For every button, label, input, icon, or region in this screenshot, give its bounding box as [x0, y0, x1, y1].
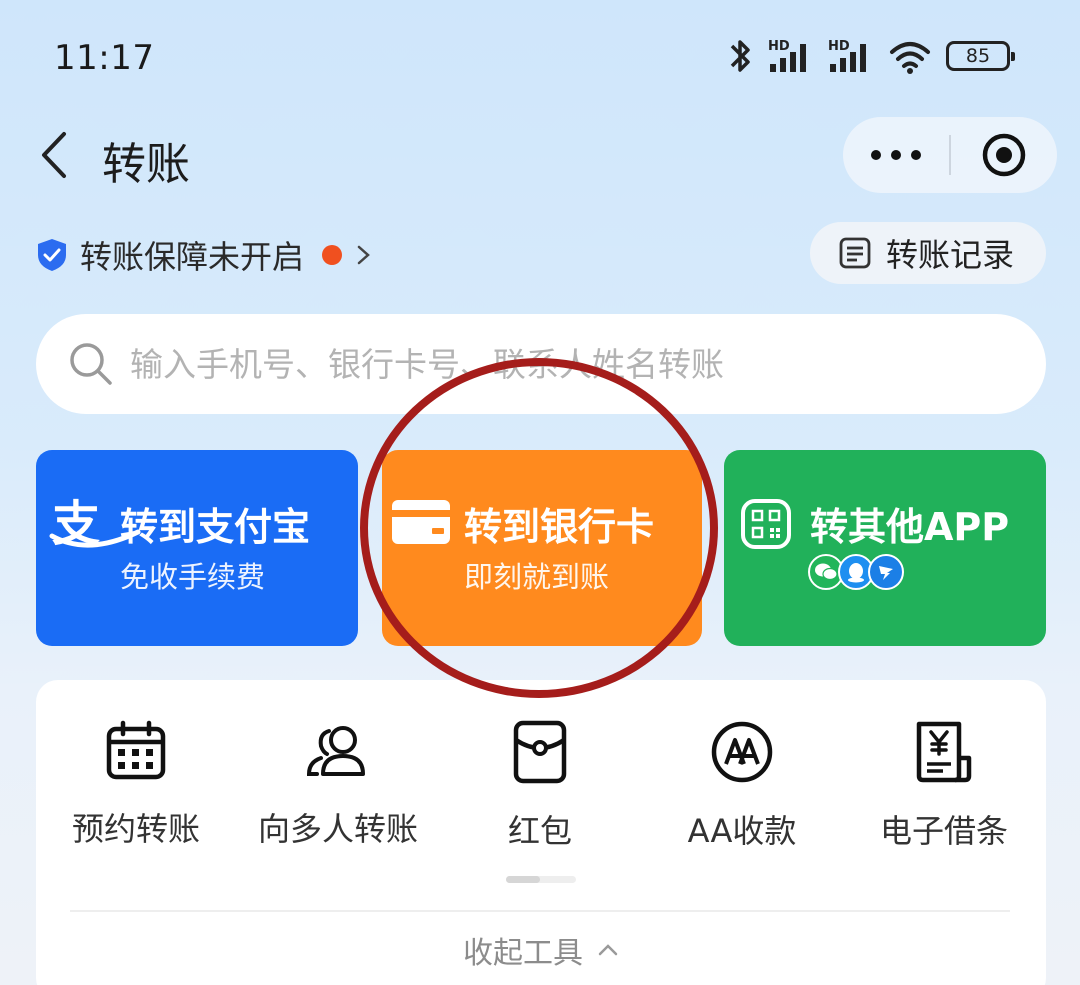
mini-program-capsule: [843, 117, 1057, 193]
wifi-icon: [890, 42, 930, 74]
document-list-icon: [839, 237, 871, 269]
transfer-to-bank-card[interactable]: 转到银行卡 即刻就到账: [382, 450, 702, 646]
calendar-icon: [106, 720, 166, 780]
divider: [70, 910, 1010, 912]
search-icon: [70, 343, 112, 385]
signal-icon: HD: [768, 39, 806, 72]
tool-label: 红包: [507, 812, 572, 850]
page-indicator: [506, 876, 576, 883]
notification-dot: [322, 245, 343, 265]
signal-1-hd: HD: [768, 39, 790, 54]
close-target-button[interactable]: [951, 131, 1057, 179]
status-icons: HD HD 85: [726, 36, 1015, 76]
battery-indicator: 85: [946, 41, 1015, 71]
tool-electronic-iou[interactable]: 电子借条: [844, 720, 1044, 852]
other-app-card-title: 转其他APP: [810, 505, 1010, 549]
dingtalk-icon: [868, 554, 904, 590]
tool-label: 预约转账: [71, 810, 200, 848]
alipay-card-subtitle: 免收手续费: [120, 560, 266, 594]
search-input[interactable]: [130, 344, 990, 384]
guarantee-label: 转账保障未开启: [80, 238, 305, 276]
tool-label: 电子借条: [879, 812, 1008, 850]
target-icon: [982, 133, 1026, 177]
tool-aa-collect[interactable]: AA收款: [642, 720, 842, 852]
other-app-icons: [808, 554, 904, 590]
aa-icon: [711, 721, 773, 783]
tool-multi-transfer[interactable]: 向多人转账: [238, 720, 438, 850]
tool-label: AA收款: [687, 812, 797, 850]
status-time: 11:17: [54, 38, 155, 78]
alipay-card-title: 转到支付宝: [120, 505, 311, 549]
more-options-button[interactable]: [843, 150, 949, 160]
bank-card-icon: [392, 500, 450, 544]
bluetooth-icon: [730, 40, 750, 72]
signal-icon-2: HD: [828, 39, 866, 72]
chevron-up-icon: [598, 944, 618, 956]
signal-2-hd: HD: [828, 39, 850, 54]
tools-panel: 预约转账 向多人转账 红包 AA收款 电子借条 收起工具: [36, 680, 1046, 985]
collapse-tools-button[interactable]: 收起工具: [36, 928, 1046, 972]
records-label: 转账记录: [886, 236, 1015, 274]
bank-card-subtitle: 即刻就到账: [464, 560, 610, 594]
collapse-label: 收起工具: [463, 936, 583, 971]
transfer-records-button[interactable]: 转账记录: [810, 222, 1046, 284]
transfer-guarantee-link[interactable]: 转账保障未开启: [36, 232, 374, 278]
iou-receipt-icon: [916, 721, 972, 783]
group-users-icon: [306, 726, 365, 776]
page-title: 转账: [102, 139, 190, 190]
tool-scheduled-transfer[interactable]: 预约转账: [36, 720, 236, 850]
tool-label: 向多人转账: [257, 810, 418, 848]
back-arrow-icon[interactable]: [36, 130, 72, 180]
transfer-to-other-app-card[interactable]: 转其他APP: [724, 450, 1046, 646]
search-bar[interactable]: [36, 314, 1046, 414]
chevron-right-icon: [357, 245, 370, 265]
shield-icon: [38, 239, 66, 271]
bank-card-title: 转到银行卡: [464, 505, 655, 549]
qr-code-icon: [741, 499, 791, 549]
tool-red-packet[interactable]: 红包: [440, 720, 640, 852]
red-packet-icon: [513, 720, 567, 784]
transfer-to-alipay-card[interactable]: 支 转到支付宝 免收手续费: [36, 450, 358, 646]
